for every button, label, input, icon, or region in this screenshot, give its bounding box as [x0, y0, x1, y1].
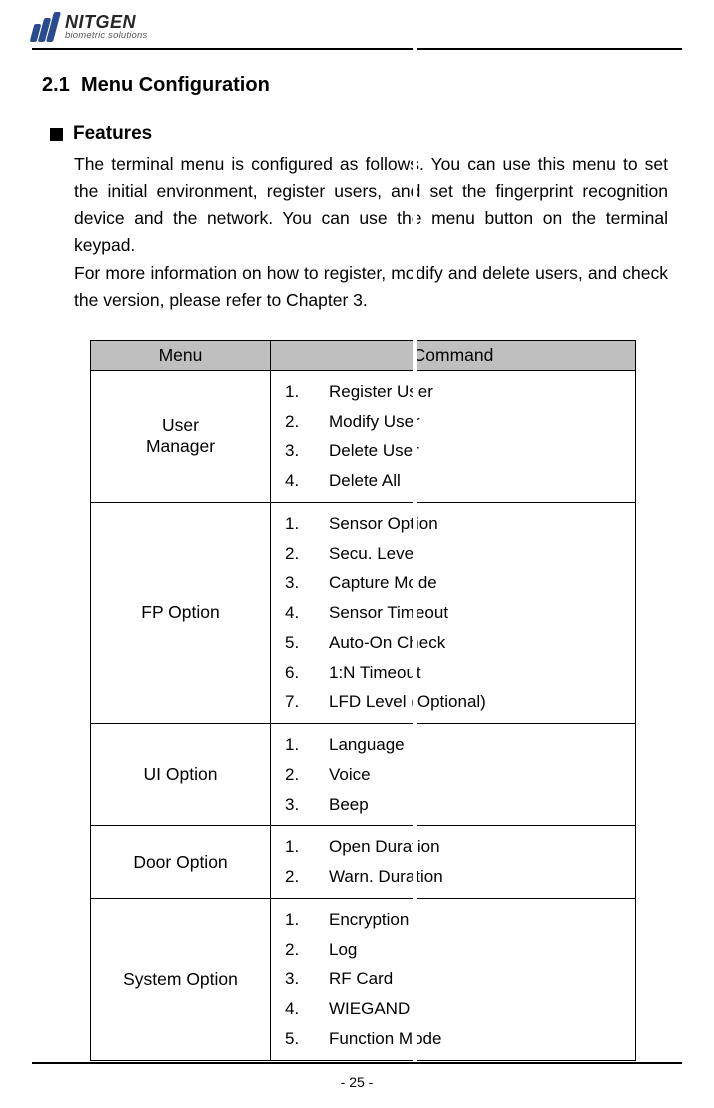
menu-cell: Door Option — [91, 826, 271, 899]
command-cell: Open DurationWarn. Duration — [271, 826, 636, 899]
menu-config-table: Menu Command UserManagerRegister UserMod… — [90, 340, 636, 1061]
list-item: Beep — [285, 790, 625, 820]
table-row: System OptionEncryptionLogRF CardWIEGAND… — [91, 898, 636, 1060]
command-list: EncryptionLogRF CardWIEGANDFunction Mode — [285, 905, 625, 1054]
list-item: Sensor Timeout — [285, 598, 625, 628]
bullet-square-icon — [50, 128, 63, 141]
table-row: Door OptionOpen DurationWarn. Duration — [91, 826, 636, 899]
brand-tagline: biometric solutions — [65, 31, 147, 41]
command-list: Open DurationWarn. Duration — [285, 832, 625, 892]
list-item: Encryption — [285, 905, 625, 935]
table-row: FP OptionSensor OptionSecu. LevelCapture… — [91, 502, 636, 723]
list-item: Capture Mode — [285, 568, 625, 598]
command-list: Register UserModify UserDelete UserDelet… — [285, 377, 625, 496]
features-paragraph-2: For more information on how to register,… — [74, 260, 668, 314]
logo-text: NITGEN biometric solutions — [65, 13, 147, 41]
list-item: Open Duration — [285, 832, 625, 862]
list-item: Log — [285, 935, 625, 965]
command-list: LanguageVoiceBeep — [285, 730, 625, 819]
table-row: UserManagerRegister UserModify UserDelet… — [91, 370, 636, 502]
list-item: Sensor Option — [285, 509, 625, 539]
list-item: Modify User — [285, 407, 625, 437]
list-item: Register User — [285, 377, 625, 407]
features-heading: Features — [73, 123, 152, 145]
list-item: LFD Level (Optional) — [285, 687, 625, 717]
list-item: Delete All — [285, 466, 625, 496]
list-item: Auto-On Check — [285, 628, 625, 658]
features-heading-row: Features — [50, 123, 672, 145]
list-item: Warn. Duration — [285, 862, 625, 892]
page-number: - 25 - — [0, 1074, 714, 1090]
table-header-command: Command — [271, 340, 636, 370]
command-cell: LanguageVoiceBeep — [271, 724, 636, 826]
logo-icon — [32, 12, 57, 42]
list-item: Function Mode — [285, 1024, 625, 1054]
list-item: 1:N Timeout — [285, 658, 625, 688]
list-item: Delete User — [285, 436, 625, 466]
table-row: UI OptionLanguageVoiceBeep — [91, 724, 636, 826]
menu-cell: UI Option — [91, 724, 271, 826]
brand-header: NITGEN biometric solutions — [32, 12, 682, 48]
table-header-menu: Menu — [91, 340, 271, 370]
command-list: Sensor OptionSecu. LevelCapture ModeSens… — [285, 509, 625, 717]
command-cell: Register UserModify UserDelete UserDelet… — [271, 370, 636, 502]
list-item: WIEGAND — [285, 994, 625, 1024]
footer-divider — [32, 1062, 682, 1064]
command-cell: EncryptionLogRF CardWIEGANDFunction Mode — [271, 898, 636, 1060]
list-item: RF Card — [285, 964, 625, 994]
menu-cell: System Option — [91, 898, 271, 1060]
menu-cell: UserManager — [91, 370, 271, 502]
menu-cell: FP Option — [91, 502, 271, 723]
list-item: Language — [285, 730, 625, 760]
brand-name: NITGEN — [65, 13, 147, 31]
features-paragraph-1: The terminal menu is configured as follo… — [74, 151, 668, 260]
list-item: Secu. Level — [285, 539, 625, 569]
list-item: Voice — [285, 760, 625, 790]
section-heading: 2.1 Menu Configuration — [42, 74, 672, 97]
command-cell: Sensor OptionSecu. LevelCapture ModeSens… — [271, 502, 636, 723]
